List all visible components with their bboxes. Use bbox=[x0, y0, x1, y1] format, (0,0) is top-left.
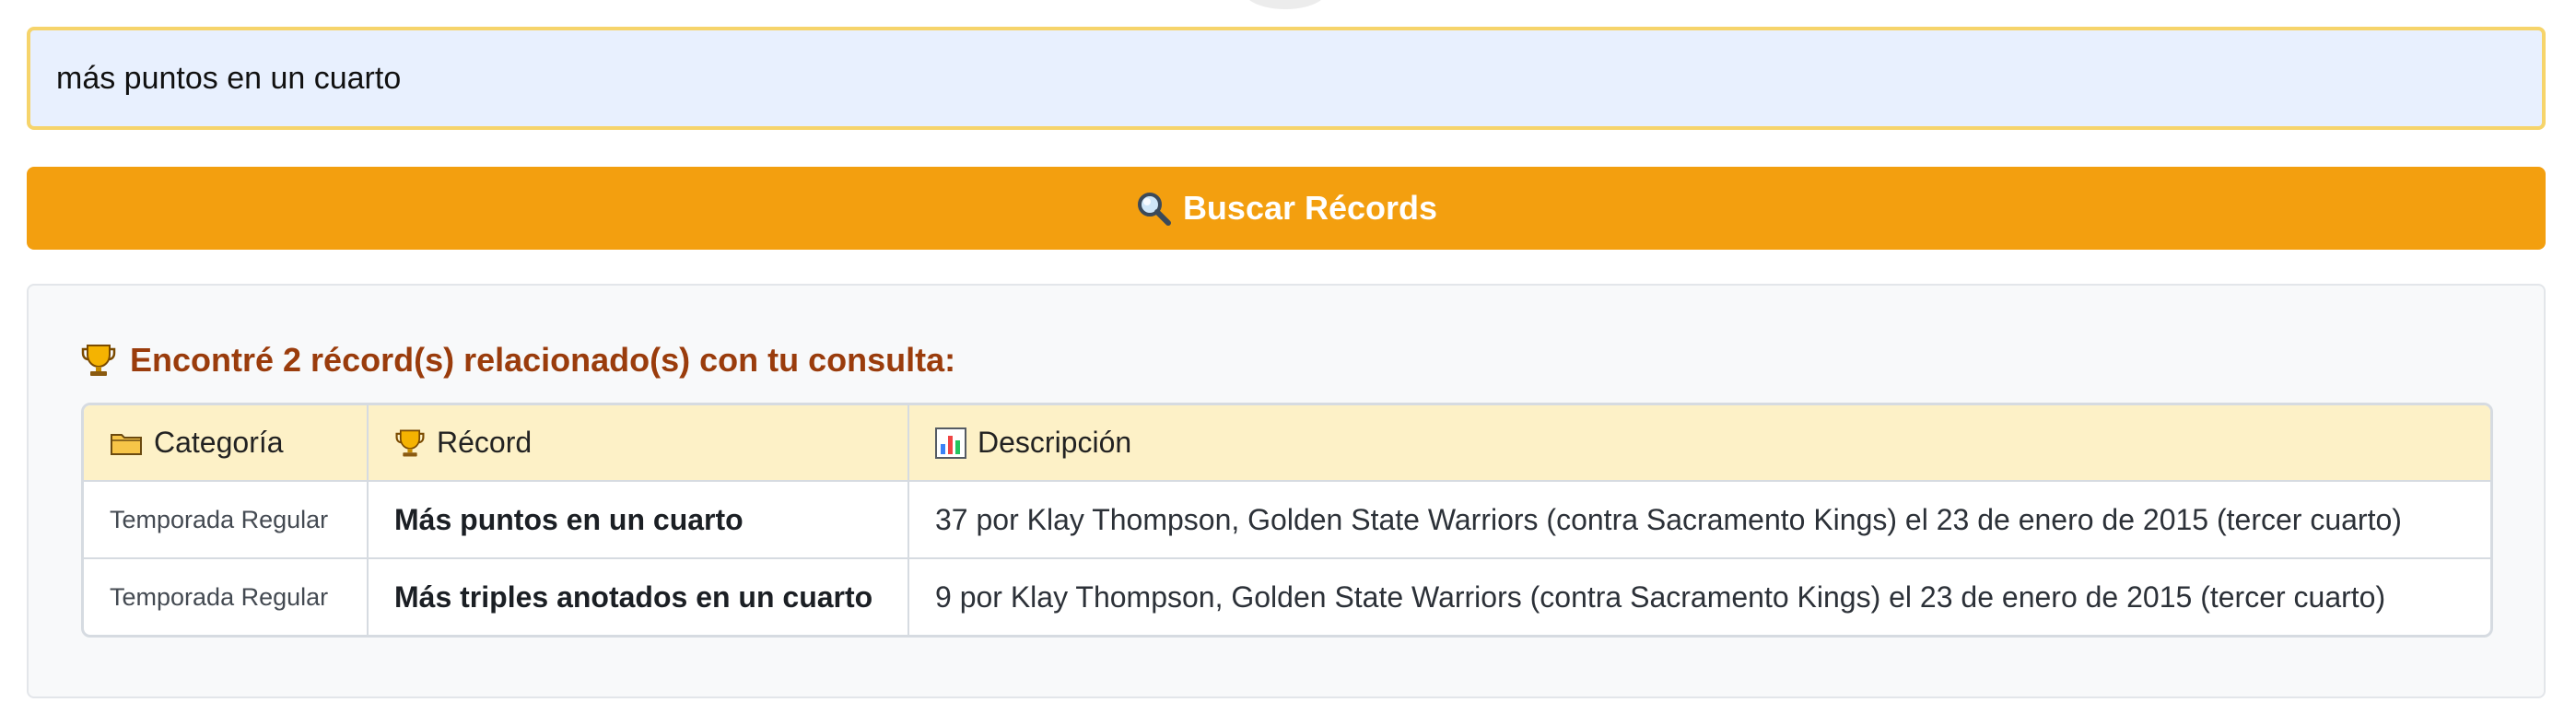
cell-description: 9 por Klay Thompson, Golden State Warrio… bbox=[935, 579, 2386, 614]
column-header-label: Categoría bbox=[154, 426, 284, 459]
column-header-category: Categoría bbox=[84, 405, 369, 482]
trophy-icon bbox=[394, 427, 426, 459]
results-table: Categoría Récord Descripción Temporada R… bbox=[81, 403, 2493, 638]
column-header-record: Récord bbox=[368, 405, 909, 482]
column-header-description: Descripción bbox=[908, 405, 2490, 482]
bar-chart-icon bbox=[935, 427, 966, 459]
search-button-label: Buscar Récords bbox=[1182, 189, 1438, 227]
column-header-label: Descripción bbox=[978, 426, 1132, 459]
table-row: Temporada Regular Más puntos en un cuart… bbox=[84, 481, 2490, 559]
decorative-arc bbox=[1244, 0, 1327, 9]
results-panel: Encontré 2 récord(s) relacionado(s) con … bbox=[27, 284, 2546, 698]
results-heading-text: Encontré 2 récord(s) relacionado(s) con … bbox=[130, 341, 956, 379]
column-header-label: Récord bbox=[437, 426, 533, 459]
magnifier-icon bbox=[1135, 190, 1172, 227]
table-row: Temporada Regular Más triples anotados e… bbox=[84, 558, 2490, 635]
record-search-app: Buscar Récords Encontré 2 récord(s) rela… bbox=[0, 0, 2576, 714]
cell-record: Más triples anotados en un cuarto bbox=[368, 558, 909, 635]
search-records-button[interactable]: Buscar Récords bbox=[27, 167, 2546, 250]
folder-icon bbox=[110, 429, 143, 457]
cell-description: 37 por Klay Thompson, Golden State Warri… bbox=[908, 481, 2490, 559]
table-header-row: Categoría Récord Descripción bbox=[84, 405, 2490, 482]
trophy-icon bbox=[80, 342, 117, 379]
search-input[interactable] bbox=[27, 27, 2546, 130]
cell-category: Temporada Regular bbox=[84, 481, 369, 559]
cell-category: Temporada Regular bbox=[84, 558, 369, 635]
results-heading: Encontré 2 récord(s) relacionado(s) con … bbox=[80, 341, 955, 380]
cell-record: Más puntos en un cuarto bbox=[368, 481, 909, 559]
